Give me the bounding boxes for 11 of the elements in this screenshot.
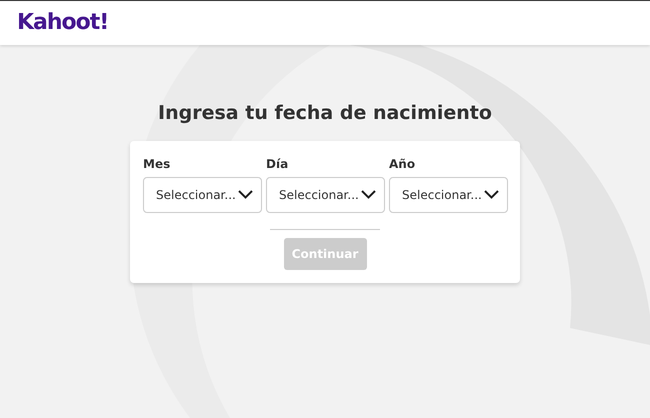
chevron-down-icon <box>238 190 253 200</box>
logo[interactable]: Kahoot! <box>17 12 108 34</box>
select-field[interactable]: Seleccionar... <box>266 176 385 213</box>
page-title: Ingresa tu fecha de nacimiento <box>158 102 492 125</box>
chevron-down-icon <box>484 190 499 200</box>
chevron-down-icon <box>361 190 376 200</box>
select-field[interactable]: Seleccionar... <box>143 176 262 213</box>
field-label: Día <box>266 156 288 173</box>
select-field[interactable]: Seleccionar... <box>389 176 508 213</box>
field-label: Mes <box>143 156 170 173</box>
field-label: Año <box>389 156 416 173</box>
